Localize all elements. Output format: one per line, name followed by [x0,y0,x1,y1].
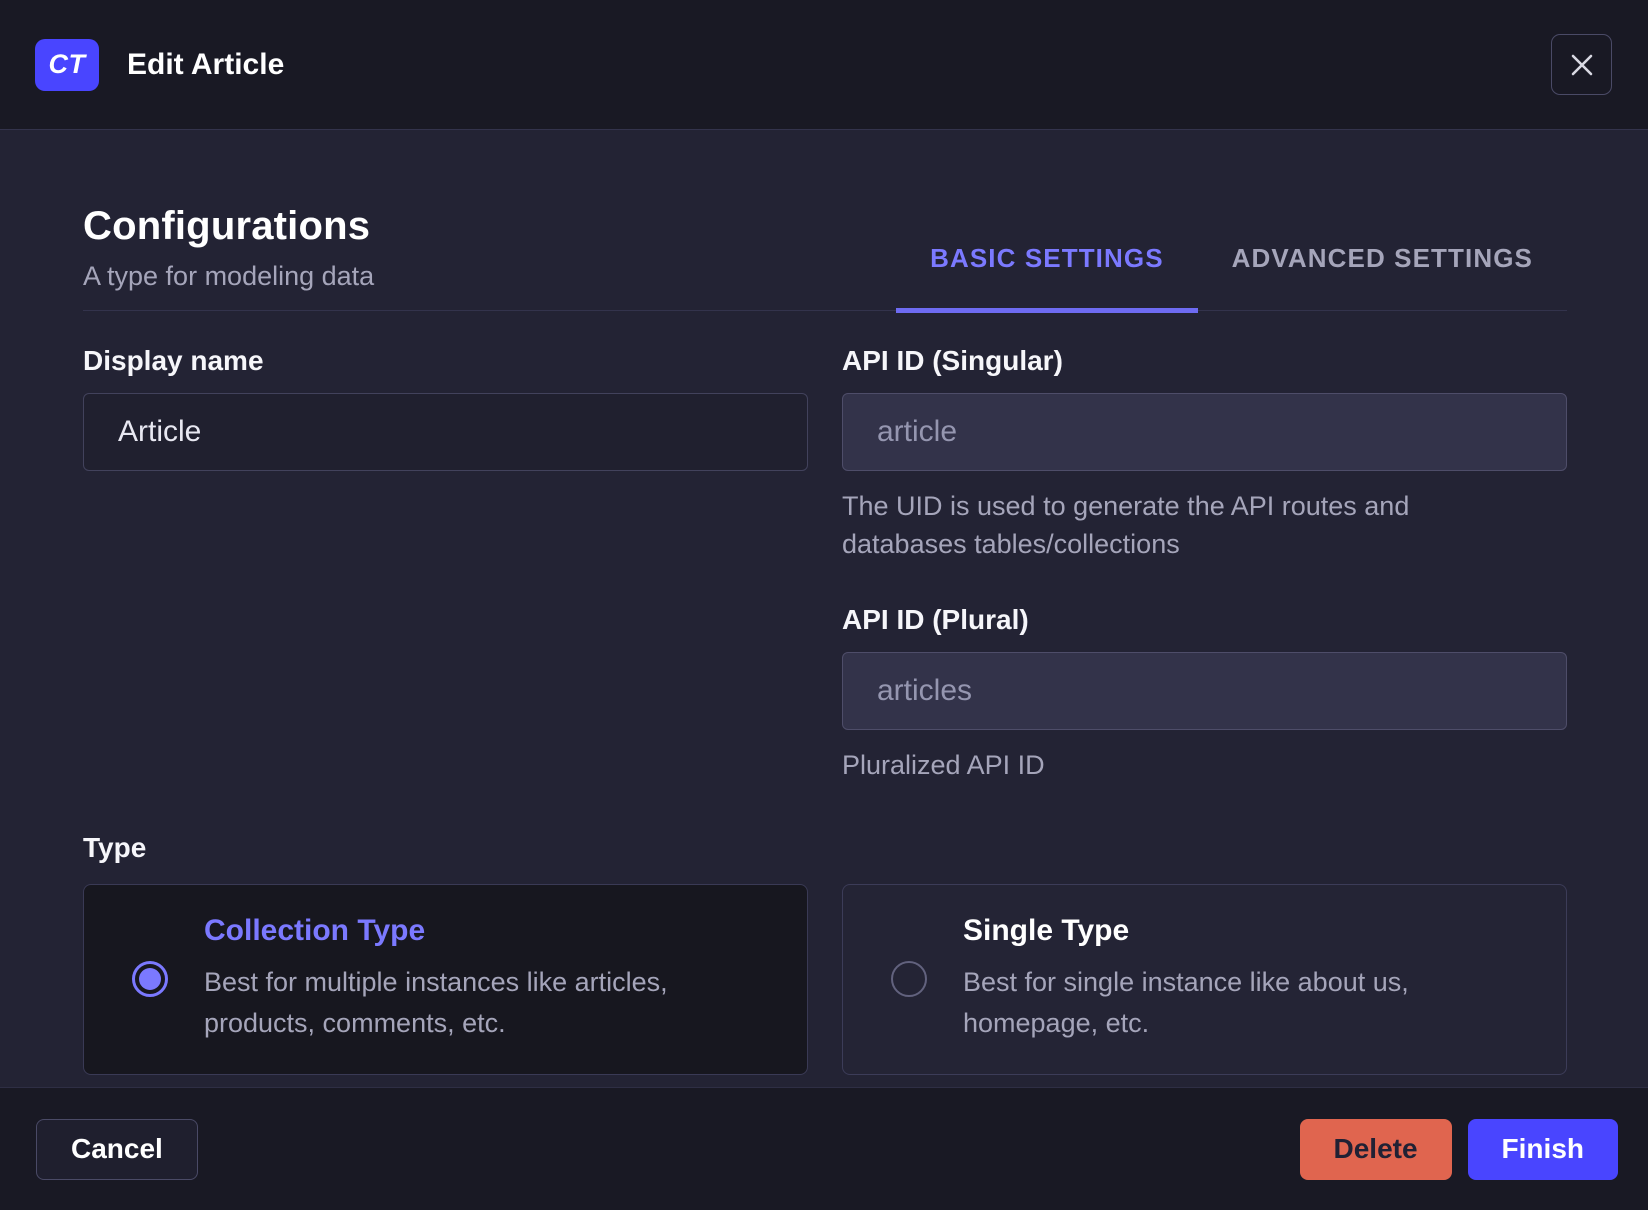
content-type-badge-icon: CT [35,38,99,91]
content-type-badge-label: CT [48,49,86,79]
collection-type-option[interactable]: Collection Type Best for multiple instan… [83,883,808,1075]
configuration-form: Display name API ID (Singular) The UID i… [83,345,1567,784]
modal-body: Configurations A type for modeling data … [0,130,1648,1087]
modal-title: Edit Article [127,47,285,81]
tab-advanced-settings[interactable]: ADVANCED SETTINGS [1198,243,1567,313]
modal-header: CT Edit Article [0,0,1648,130]
edit-content-type-modal: CT Edit Article Configurations A type fo… [0,0,1648,1210]
section-title: Configurations [83,204,371,248]
api-id-plural-input[interactable] [842,651,1567,730]
close-icon [1568,51,1596,79]
display-name-input[interactable] [83,393,808,471]
single-type-option[interactable]: Single Type Best for single instance lik… [842,883,1567,1075]
collection-type-title: Collection Type [204,913,426,947]
finish-button[interactable]: Finish [1467,1118,1618,1180]
modal-footer: Cancel Delete Finish [0,1087,1648,1210]
section-subtitle: A type for modeling data [83,261,375,291]
settings-tabs: BASIC SETTINGS ADVANCED SETTINGS [896,243,1567,313]
section-header: Configurations A type for modeling data … [83,130,1567,313]
api-id-singular-label: API ID (Singular) [842,345,1063,376]
type-label: Type [83,831,147,863]
api-id-singular-hint: The UID is used to generate the API rout… [842,491,1410,560]
api-id-plural-hint: Pluralized API ID [842,749,1045,780]
type-section: Type Collection Type Best for multiple i… [83,832,1567,1075]
single-type-radio[interactable] [891,961,927,998]
single-type-description: Best for single instance like about us, … [963,966,1409,1039]
collection-type-description: Best for multiple instances like article… [204,966,668,1039]
cancel-button[interactable]: Cancel [36,1118,198,1180]
collection-type-radio[interactable] [132,961,168,998]
display-name-label: Display name [83,345,264,376]
api-id-plural-label: API ID (Plural) [842,603,1029,635]
tab-basic-settings[interactable]: BASIC SETTINGS [896,243,1198,313]
delete-button[interactable]: Delete [1299,1118,1452,1180]
close-button[interactable] [1551,34,1612,95]
api-id-singular-input[interactable] [842,393,1567,471]
single-type-title: Single Type [963,913,1130,947]
